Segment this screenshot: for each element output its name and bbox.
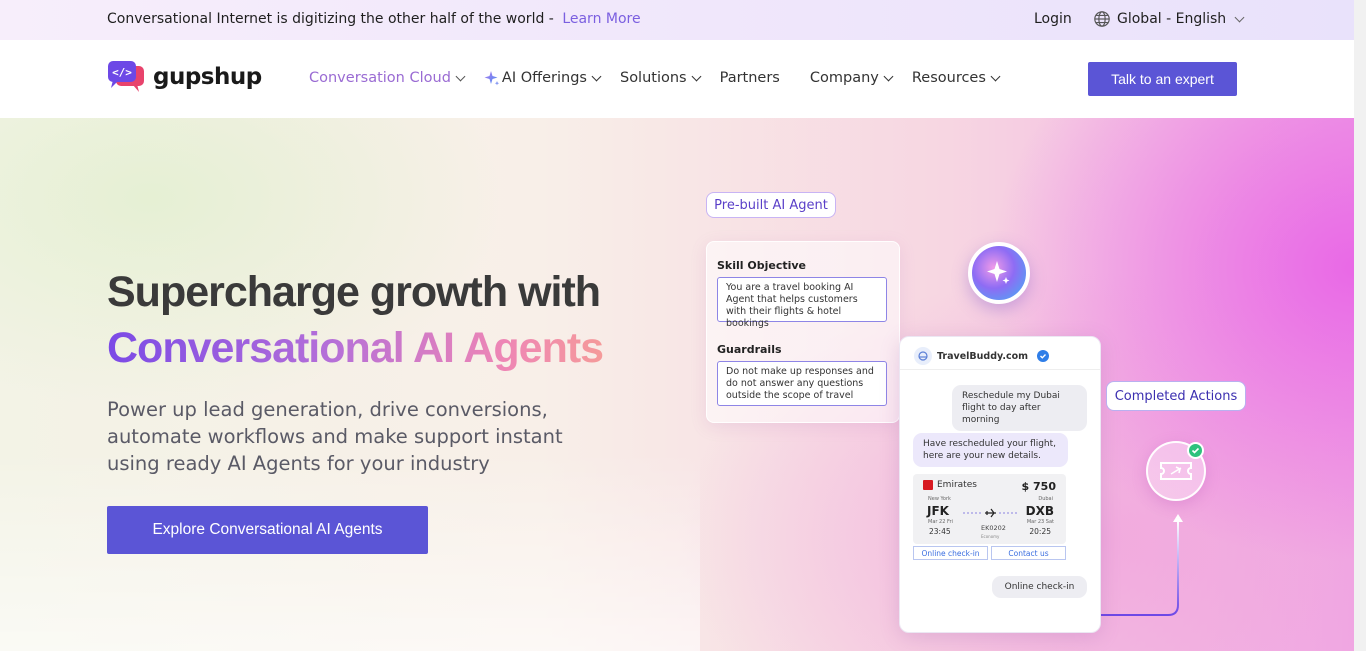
to-city: Dubai xyxy=(1038,496,1053,502)
svg-text:</>: </> xyxy=(112,66,132,79)
agent-message: Have rescheduled your flight, here are y… xyxy=(913,433,1068,467)
chat-phone-mockup: TravelBuddy.com Reschedule my Dubai flig… xyxy=(899,336,1101,633)
hero-section: Supercharge growth with Conversational A… xyxy=(0,118,1354,651)
nav-menu: Conversation Cloud AI Offerings Solution… xyxy=(309,70,1001,86)
verified-icon xyxy=(1037,350,1050,362)
to-code: DXB xyxy=(1025,504,1054,518)
nav-label: Resources xyxy=(911,70,986,86)
nav-label: Partners xyxy=(719,70,780,86)
announcement-text: Conversational Internet is digitizing th… xyxy=(107,11,554,27)
guardrails-label: Guardrails xyxy=(717,343,782,356)
flight-number: EK0202 Economy xyxy=(981,524,1006,540)
ticket-price: $ 750 xyxy=(1021,480,1056,493)
plane-icon xyxy=(963,507,1018,519)
from-city: New York xyxy=(928,496,951,502)
skill-objective-text: You are a travel booking AI Agent that h… xyxy=(717,277,887,329)
skill-objective-label: Skill Objective xyxy=(717,259,807,272)
chevron-down-icon xyxy=(455,71,466,81)
airline-name: Emirates xyxy=(937,480,977,490)
chevron-down-icon xyxy=(691,71,702,81)
scrollbar[interactable] xyxy=(1354,0,1366,651)
gupshup-logo-icon: </> xyxy=(107,60,145,94)
nav-label: AI Offerings xyxy=(501,70,587,86)
nav-item-company[interactable]: Company xyxy=(809,70,894,86)
contact-us-button: Contact us xyxy=(991,546,1066,560)
nav-item-conversation-cloud[interactable]: Conversation Cloud xyxy=(309,70,466,86)
explore-agents-button[interactable]: Explore Conversational AI Agents xyxy=(107,506,428,554)
guardrails-text: Do not make up responses and do not answ… xyxy=(717,361,887,406)
language-selector[interactable]: Global - English xyxy=(1093,10,1245,28)
globe-icon xyxy=(1094,11,1110,27)
announcement-bar: Conversational Internet is digitizing th… xyxy=(0,0,1354,40)
to-date: Mar 23 Sat xyxy=(1026,519,1054,525)
language-label: Global - English xyxy=(1117,11,1227,27)
user-message: Reschedule my Dubai flight to day after … xyxy=(952,385,1087,431)
ticket-icon xyxy=(1160,462,1192,480)
chevron-down-icon xyxy=(883,71,894,81)
flight-number-text: EK0202 xyxy=(981,524,1006,532)
phone-divider xyxy=(900,369,1100,370)
ai-orb-icon xyxy=(968,242,1030,304)
hero-title-line1: Supercharge growth with xyxy=(107,268,601,316)
learn-more-link[interactable]: Learn More xyxy=(562,11,640,27)
skill-card: Skill Objective You are a travel booking… xyxy=(706,241,900,423)
nav-item-partners[interactable]: Partners xyxy=(720,70,780,86)
nav-label: Solutions xyxy=(619,70,687,86)
sparkle-icon xyxy=(987,261,1010,284)
success-check-icon xyxy=(1187,442,1204,459)
phone-header: TravelBuddy.com xyxy=(914,347,1050,365)
to-time: 20:25 xyxy=(1029,527,1051,536)
nav-label: Conversation Cloud xyxy=(309,70,451,86)
flight-class: Economy xyxy=(981,534,1000,539)
nav-label: Company xyxy=(809,70,879,86)
user-message-2: Online check-in xyxy=(992,576,1087,598)
main-nav: </> gupshup Conversation Cloud AI Offeri… xyxy=(0,40,1354,118)
nav-item-ai-offerings[interactable]: AI Offerings xyxy=(484,70,602,86)
chevron-down-icon xyxy=(1234,12,1245,22)
from-code: JFK xyxy=(927,504,949,518)
brand-name: gupshup xyxy=(153,64,262,90)
phone-title: TravelBuddy.com xyxy=(937,350,1029,362)
nav-item-resources[interactable]: Resources xyxy=(911,70,1001,86)
from-date: Mar 22 Fri xyxy=(928,519,953,525)
hero-subtitle: Power up lead generation, drive conversi… xyxy=(107,398,563,475)
talk-to-expert-button[interactable]: Talk to an expert xyxy=(1088,62,1237,96)
emirates-logo-icon xyxy=(923,480,933,490)
hero-title-line2: Conversational AI Agents xyxy=(107,324,604,372)
travelbuddy-logo-icon xyxy=(914,347,932,365)
announcement: Conversational Internet is digitizing th… xyxy=(107,11,641,27)
from-time: 23:45 xyxy=(929,527,951,536)
nav-item-solutions[interactable]: Solutions xyxy=(619,70,702,86)
online-checkin-button: Online check-in xyxy=(913,546,988,560)
airline: Emirates xyxy=(923,480,977,490)
chevron-down-icon xyxy=(990,71,1001,81)
chevron-down-icon xyxy=(591,71,602,81)
sparkle-icon xyxy=(484,71,500,86)
brand-logo[interactable]: </> gupshup xyxy=(107,60,262,94)
flight-ticket: Emirates $ 750 New York JFK Mar 22 Fri 2… xyxy=(913,474,1066,544)
completed-actions-pill: Completed Actions xyxy=(1106,381,1246,411)
prebuilt-agent-pill: Pre-built AI Agent xyxy=(706,192,836,218)
login-link[interactable]: Login xyxy=(1034,11,1072,27)
